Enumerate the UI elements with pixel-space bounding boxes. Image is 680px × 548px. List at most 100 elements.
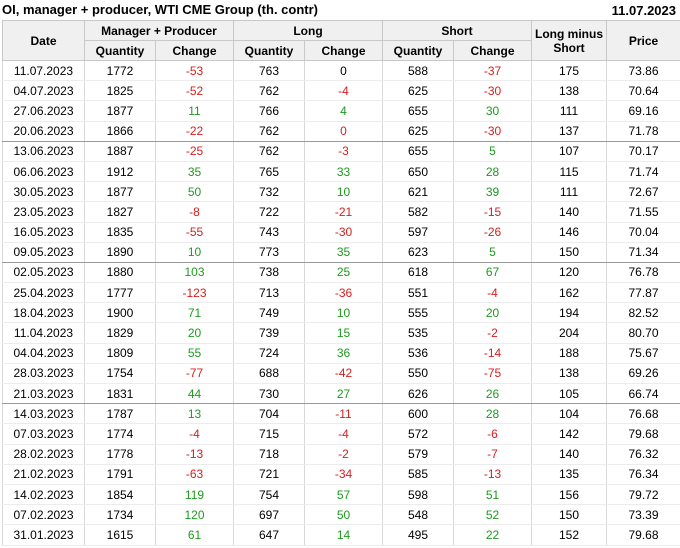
cell-long-quantity: 721 [233, 464, 305, 485]
cell-mp-quantity: 1912 [84, 161, 156, 183]
cell-long-minus-short: 137 [531, 121, 608, 142]
page-title: OI, manager + producer, WTI CME Group (t… [2, 2, 318, 17]
cell-short-quantity: 625 [382, 121, 455, 142]
cell-long-quantity: 715 [233, 423, 305, 445]
cell-long-minus-short: 138 [531, 80, 608, 102]
cell-long-change: -2 [303, 444, 384, 465]
cell-price: 76.34 [606, 464, 680, 485]
header-short: Short [382, 20, 533, 41]
cell-long-quantity: 697 [233, 504, 305, 526]
cell-long-quantity: 766 [233, 100, 305, 122]
cell-short-change: -26 [453, 222, 533, 243]
cell-date: 11.07.2023 [2, 60, 85, 82]
cell-short-change: 30 [453, 100, 533, 122]
cell-long-minus-short: 120 [531, 262, 608, 284]
cell-long-change: -3 [303, 141, 384, 162]
cell-mp-quantity: 1877 [84, 181, 156, 203]
cell-price: 76.32 [606, 444, 680, 465]
table-row: 02.05.2023 1880 103 738 25 618 67 120 76.78 [2, 262, 680, 284]
cell-mp-change: -77 [155, 363, 234, 385]
cell-date: 28.03.2023 [2, 363, 85, 385]
header-manager-producer: Manager + Producer [84, 20, 234, 41]
table-row: 21.03.2023 1831 44 730 27 626 26 105 66.74 [2, 383, 680, 405]
cell-long-quantity: 732 [233, 181, 305, 203]
cell-mp-change: 50 [155, 181, 234, 203]
cell-price: 73.86 [606, 60, 680, 82]
cell-short-quantity: 623 [382, 242, 455, 263]
cell-short-quantity: 600 [382, 403, 455, 425]
cell-short-change: -4 [453, 282, 533, 304]
cell-short-quantity: 597 [382, 222, 455, 243]
cell-price: 76.68 [606, 403, 680, 425]
cell-date: 16.05.2023 [2, 222, 85, 243]
cell-long-minus-short: 156 [531, 484, 608, 506]
cell-mp-change: 71 [155, 302, 234, 324]
cell-long-quantity: 688 [233, 363, 305, 385]
cell-date: 21.03.2023 [2, 383, 85, 405]
cell-long-quantity: 762 [233, 80, 305, 102]
cell-long-minus-short: 152 [531, 524, 608, 546]
cell-long-minus-short: 175 [531, 60, 608, 82]
cell-short-change: 28 [453, 403, 533, 425]
cell-long-change: -4 [303, 80, 384, 102]
cell-short-quantity: 555 [382, 302, 455, 324]
cell-mp-quantity: 1754 [84, 363, 156, 385]
cell-long-change: 10 [303, 302, 384, 324]
cell-short-quantity: 536 [382, 343, 455, 364]
cell-short-quantity: 655 [382, 100, 455, 122]
cell-mp-quantity: 1778 [84, 444, 156, 465]
cell-mp-change: -22 [155, 121, 234, 142]
cell-mp-quantity: 1787 [84, 403, 156, 425]
cell-short-quantity: 535 [382, 322, 455, 344]
table-row: 14.02.2023 1854 119 754 57 598 51 156 79.72 [2, 484, 680, 506]
cell-short-quantity: 625 [382, 80, 455, 102]
cell-mp-change: 103 [155, 262, 234, 284]
header-long-change: Change [303, 40, 384, 61]
cell-mp-change: -123 [155, 282, 234, 304]
cell-price: 69.26 [606, 363, 680, 385]
table-row: 14.03.2023 1787 13 704 -11 600 28 104 76.68 [2, 403, 680, 425]
cell-long-change: -42 [303, 363, 384, 385]
cell-price: 70.64 [606, 80, 680, 102]
cell-short-change: 52 [453, 504, 533, 526]
cell-date: 31.01.2023 [2, 524, 85, 546]
cell-short-change: 20 [453, 302, 533, 324]
cell-long-quantity: 762 [233, 141, 305, 162]
cell-mp-quantity: 1825 [84, 80, 156, 102]
table-row: 25.04.2023 1777 -123 713 -36 551 -4 162 77.87 [2, 282, 680, 304]
cell-long-quantity: 647 [233, 524, 305, 546]
oi-table: Date Manager + Producer Long Short Long … [2, 20, 680, 546]
cell-long-minus-short: 115 [531, 161, 608, 183]
table-row: 31.01.2023 1615 61 647 14 495 22 152 79.68 [2, 524, 680, 546]
cell-date: 06.06.2023 [2, 161, 85, 183]
cell-mp-change: 13 [155, 403, 234, 425]
cell-long-change: -30 [303, 222, 384, 243]
cell-mp-quantity: 1734 [84, 504, 156, 526]
cell-date: 28.02.2023 [2, 444, 85, 465]
table-row: 27.06.2023 1877 11 766 4 655 30 111 69.16 [2, 100, 680, 122]
cell-long-change: 0 [303, 121, 384, 142]
cell-price: 69.16 [606, 100, 680, 122]
cell-mp-quantity: 1827 [84, 201, 156, 223]
table-row: 04.04.2023 1809 55 724 36 536 -14 188 75.67 [2, 343, 680, 364]
cell-mp-change: 10 [155, 242, 234, 263]
cell-short-change: -6 [453, 423, 533, 445]
cell-mp-quantity: 1854 [84, 484, 156, 506]
cell-mp-change: 20 [155, 322, 234, 344]
cell-long-change: -11 [303, 403, 384, 425]
cell-short-change: -14 [453, 343, 533, 364]
cell-date: 27.06.2023 [2, 100, 85, 122]
cell-short-quantity: 588 [382, 60, 455, 82]
cell-long-quantity: 718 [233, 444, 305, 465]
cell-date: 11.04.2023 [2, 322, 85, 344]
cell-short-quantity: 585 [382, 464, 455, 485]
table-row: 04.07.2023 1825 -52 762 -4 625 -30 138 70.64 [2, 80, 680, 102]
cell-short-quantity: 548 [382, 504, 455, 526]
cell-long-change: 57 [303, 484, 384, 506]
cell-price: 76.78 [606, 262, 680, 284]
cell-mp-change: -53 [155, 60, 234, 82]
cell-long-quantity: 765 [233, 161, 305, 183]
table-row: 13.06.2023 1887 -25 762 -3 655 5 107 70.17 [2, 141, 680, 162]
cell-short-change: -30 [453, 80, 533, 102]
cell-mp-change: 35 [155, 161, 234, 183]
